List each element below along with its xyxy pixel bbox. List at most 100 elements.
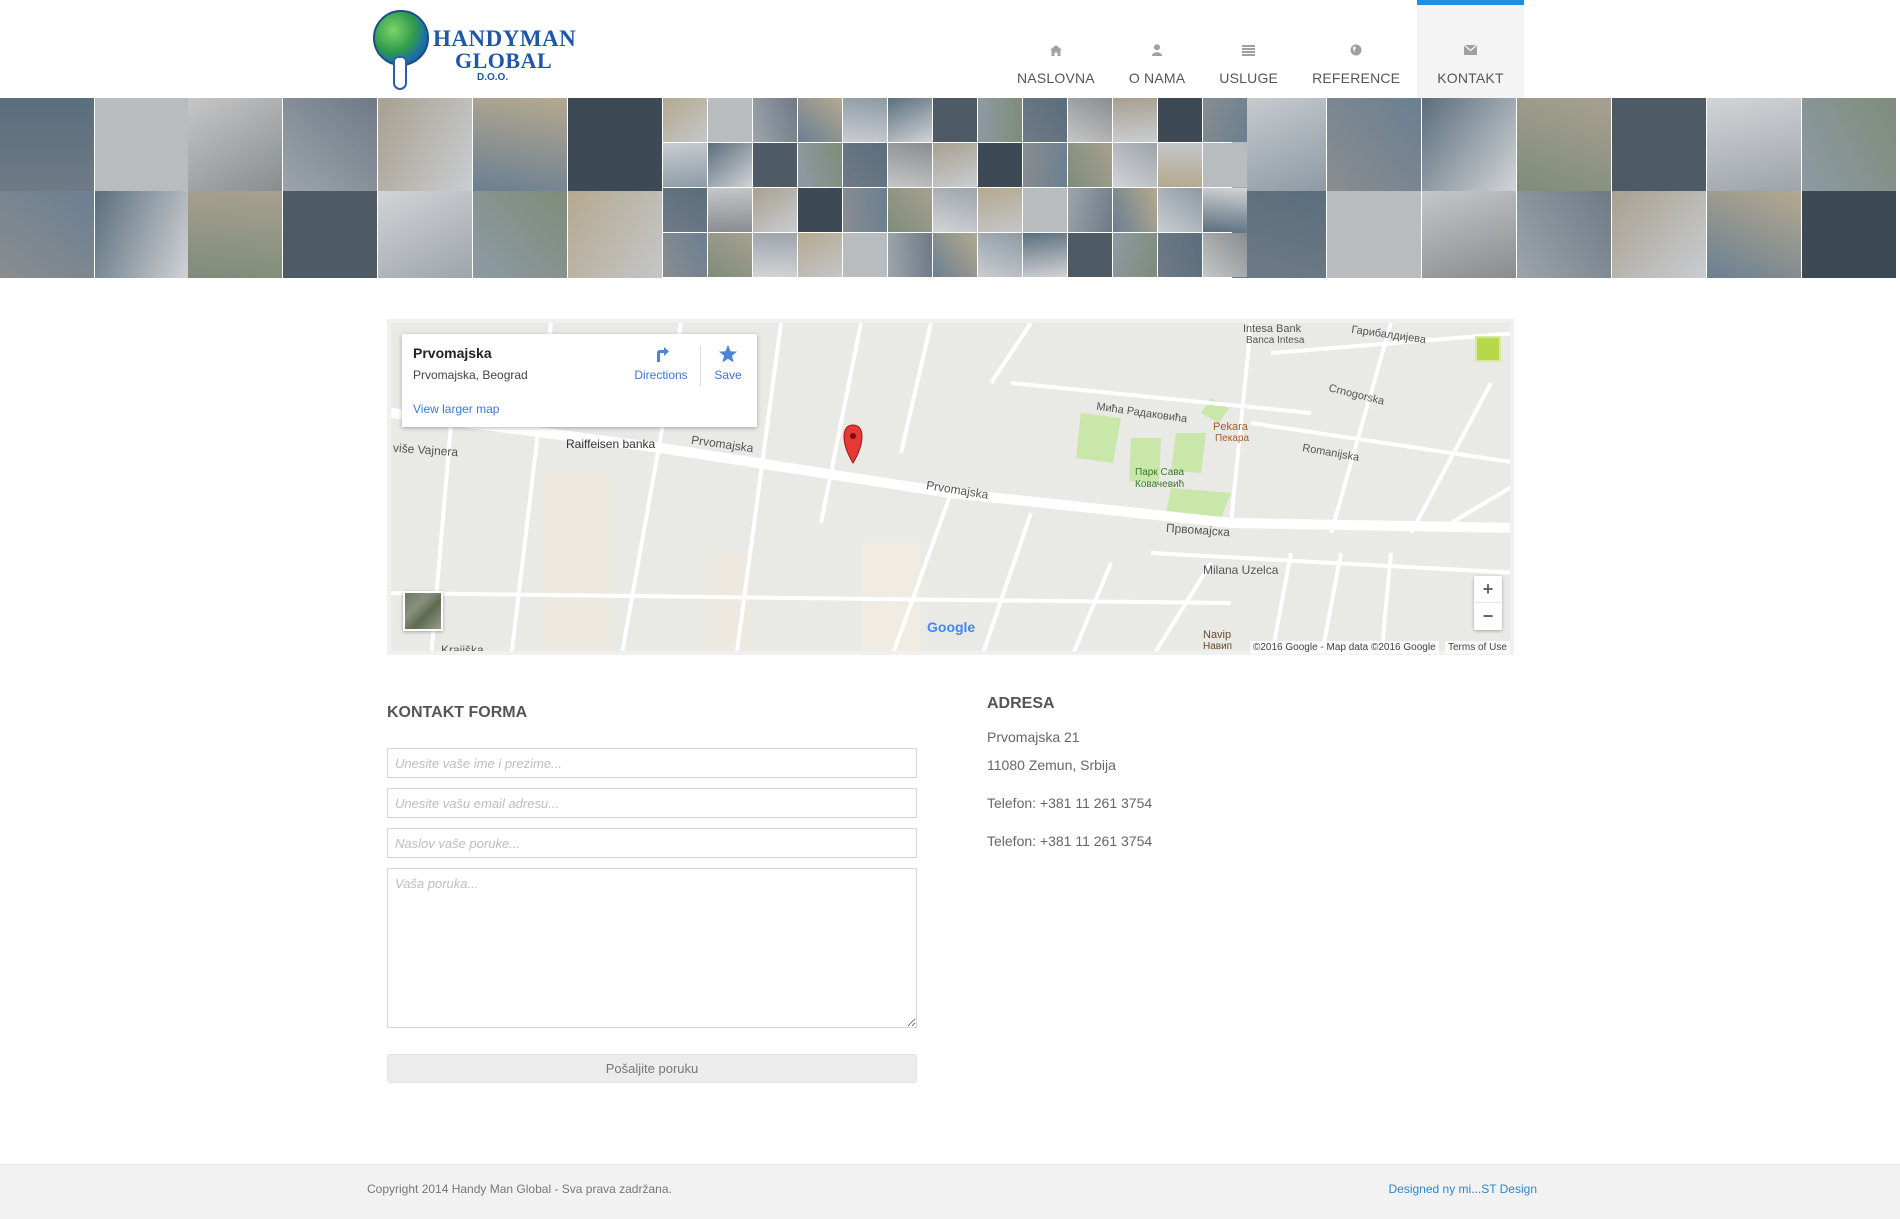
nav-label: O NAMA: [1128, 70, 1186, 86]
collage-photo: [888, 98, 932, 142]
collage-photo: [843, 188, 887, 232]
save-button[interactable]: Save: [708, 344, 748, 382]
view-larger-map-link[interactable]: View larger map: [413, 402, 499, 416]
collage-photo: [1113, 143, 1157, 187]
logo[interactable]: HANDYMAN GLOBAL D.O.O.: [367, 6, 576, 92]
collage-photo: [95, 191, 189, 278]
zoom-control: + −: [1474, 576, 1502, 630]
map-label-krajiska: Krajiška: [441, 643, 484, 655]
collage-photo: [753, 98, 797, 142]
photo-collage: [0, 98, 1900, 278]
envelope-icon: [1462, 42, 1478, 58]
site-footer: Copyright 2014 Handy Man Global - Sva pr…: [0, 1164, 1900, 1219]
nav-item-o-nama[interactable]: O NAMA: [1112, 0, 1202, 98]
map-label-pekara: Pekara: [1213, 421, 1248, 433]
user-icon: [1149, 42, 1165, 58]
zoom-out-button[interactable]: −: [1474, 603, 1502, 630]
map-copyright: ©2016 Google - Map data ©2016 Google: [1250, 641, 1439, 654]
map-label-intesa-sub: Banca Intesa: [1246, 335, 1305, 346]
collage-photo: [1068, 98, 1112, 142]
collage-photo: [933, 98, 977, 142]
collage-photo: [708, 98, 752, 142]
collage-photo: [1707, 191, 1801, 278]
collage-photo: [933, 233, 977, 277]
subject-field[interactable]: [387, 828, 917, 858]
nav-item-naslovna[interactable]: NASLOVNA: [1000, 0, 1112, 98]
fullscreen-toggle-icon[interactable]: [1475, 336, 1501, 362]
collage-photo: [378, 191, 472, 278]
collage-photo: [708, 143, 752, 187]
directions-button[interactable]: Directions: [630, 344, 692, 382]
collage-photo: [95, 98, 189, 191]
nav-item-usluge[interactable]: USLUGE: [1202, 0, 1295, 98]
collage-photo: [0, 98, 94, 191]
map-label-raiffeisen: Raiffeisen banka: [566, 437, 656, 451]
map-info-card: Prvomajska Prvomajska, Beograd View larg…: [402, 334, 757, 427]
collage-photo: [843, 143, 887, 187]
collage-photo: [1023, 98, 1067, 142]
list-icon: [1241, 42, 1257, 58]
collage-photo: [188, 191, 282, 278]
collage-photo: [1203, 98, 1247, 142]
collage-photo: [753, 188, 797, 232]
collage-photo: [188, 98, 282, 191]
collage-photo: [1707, 98, 1801, 191]
map-place-address: Prvomajska, Beograd: [413, 368, 528, 382]
collage-photo: [568, 191, 662, 278]
collage-photo: [1422, 98, 1516, 191]
collage-photo: [1327, 191, 1421, 278]
collage-photo: [708, 188, 752, 232]
designer-link[interactable]: Designed ny mi...ST Design: [1388, 1182, 1537, 1196]
collage-photo: [933, 143, 977, 187]
address-city: 11080 Zemun, Srbija: [987, 757, 1116, 773]
collage-photo: [663, 98, 707, 142]
address-phone-1: Telefon: +381 11 261 3754: [987, 795, 1153, 811]
nav-label: KONTAKT: [1437, 70, 1504, 86]
collage-photo: [378, 98, 472, 191]
google-logo: Google: [927, 619, 976, 635]
satellite-view-toggle[interactable]: [403, 591, 443, 631]
collage-photo: [1422, 191, 1516, 278]
collage-photo: [568, 98, 662, 191]
nav-item-kontakt[interactable]: KONTAKT: [1417, 0, 1524, 98]
collage-photo: [708, 233, 752, 277]
collage-photo: [1612, 191, 1706, 278]
save-label: Save: [714, 368, 742, 382]
collage-photo: [1158, 98, 1202, 142]
email-field[interactable]: [387, 788, 917, 818]
address-phone-2: Telefon: +381 11 261 3754: [987, 833, 1153, 849]
collage-photo: [1068, 143, 1112, 187]
map-terms-link[interactable]: Terms of Use: [1445, 641, 1510, 654]
nav-item-reference[interactable]: REFERENCE: [1295, 0, 1417, 98]
collage-photo: [1023, 143, 1067, 187]
site-header: HANDYMAN GLOBAL D.O.O. NASLOVNA O NAMA U…: [0, 0, 1900, 98]
collage-photo: [473, 98, 567, 191]
map-label-intesa: Intesa Bank: [1243, 323, 1302, 335]
collage-photo: [1113, 98, 1157, 142]
zoom-in-button[interactable]: +: [1474, 576, 1502, 603]
message-field[interactable]: [387, 868, 917, 1028]
map-label-park: Парк Сава: [1135, 467, 1185, 478]
collage-photo: [1158, 143, 1202, 187]
send-message-button[interactable]: Pošaljite poruku: [387, 1054, 917, 1083]
globe-icon: [1348, 42, 1364, 58]
collage-photo: [888, 233, 932, 277]
footer-copyright: Copyright 2014 Handy Man Global - Sva pr…: [367, 1182, 672, 1196]
collage-photo: [888, 188, 932, 232]
name-field[interactable]: [387, 748, 917, 778]
collage-photo: [663, 188, 707, 232]
collage-photo: [283, 98, 377, 191]
info-card-divider: [700, 346, 701, 386]
collage-photo: [978, 188, 1022, 232]
collage-photo: [843, 233, 887, 277]
collage-photo: [1203, 143, 1247, 187]
logo-line2: GLOBAL: [455, 48, 553, 73]
nav-label: USLUGE: [1219, 70, 1279, 86]
collage-photo: [798, 98, 842, 142]
collage-photo: [473, 191, 567, 278]
map-label-navip: Navip: [1203, 629, 1232, 641]
collage-photo: [1327, 98, 1421, 191]
collage-photo: [1113, 188, 1157, 232]
collage-photo: [663, 143, 707, 187]
collage-photo: [1802, 191, 1896, 278]
